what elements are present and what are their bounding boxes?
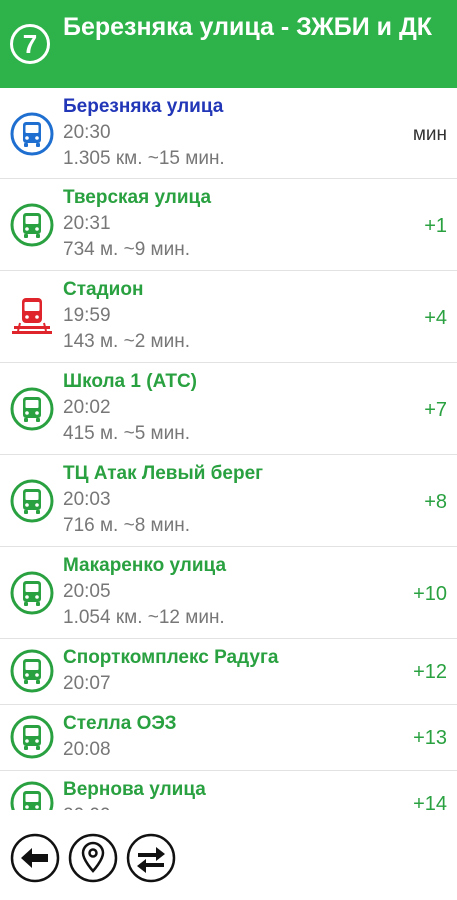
stop-name: Спорткомплекс Радуга: [63, 647, 279, 668]
bus-icon: [10, 571, 54, 615]
stop-time: 20:30: [63, 122, 111, 143]
route-number-badge: 7: [10, 24, 50, 64]
stop-time: 19:59: [63, 305, 111, 326]
stop-row[interactable]: Вернова улица20:09+14: [0, 771, 457, 810]
bus-icon: [10, 387, 54, 431]
stop-arrival-offset: +13: [413, 727, 447, 749]
stops-list[interactable]: Березняка улица 20:30 1.305 км. ~15 мин. ми…: [0, 88, 457, 810]
stop-distance: 415 м. ~5 мин.: [63, 423, 190, 444]
route-number: 7: [22, 28, 38, 59]
stop-row[interactable]: Макаренко улица 20:05 1.054 км. ~12 мин. +1…: [0, 547, 457, 639]
bottom-toolbar: [0, 810, 457, 900]
stop-name: Вернова улица: [63, 779, 206, 800]
stop-name: Макаренко улица: [63, 555, 227, 576]
app-header: 7 Березняка улица - ЗЖБИ и ДК: [0, 0, 457, 88]
stop-arrival-offset: +7: [424, 399, 447, 421]
stop-distance: 734 м. ~9 мин.: [63, 239, 190, 260]
bus-icon: [10, 649, 54, 693]
stop-name: Школа 1 (АТС): [63, 371, 198, 392]
stop-row[interactable]: Спорткомплекс Радуга 20:07 +12: [0, 639, 457, 705]
bus-icon: [10, 203, 54, 247]
bus-icon: [10, 479, 54, 523]
bus-icon: [10, 715, 54, 759]
stop-name: Березняка улица: [63, 96, 224, 117]
stop-name: Тверская улица: [63, 187, 212, 208]
stop-time: 20:03: [63, 489, 111, 510]
stop-arrival-offset: +12: [413, 661, 447, 683]
stop-row[interactable]: Тверская улица 20:31 734 м. ~9 мин. +1: [0, 179, 457, 271]
stop-time: 20:31: [63, 213, 111, 234]
bus-icon: [10, 112, 54, 156]
stop-name: ТЦ Атак Левый берег: [63, 463, 264, 484]
stop-time: 20:08: [63, 739, 111, 760]
stop-arrival-offset: +1: [424, 215, 447, 237]
tram-icon: [10, 293, 54, 337]
stop-row[interactable]: Стадион 19:59 143 м. ~2 мин. +4: [0, 271, 457, 363]
stop-distance: 1.054 км. ~12 мин.: [63, 607, 225, 628]
stop-row[interactable]: Березняка улица 20:30 1.305 км. ~15 мин. ми…: [0, 88, 457, 179]
stop-time: 20:07: [63, 673, 111, 694]
location-button[interactable]: [68, 833, 118, 883]
swap-direction-button[interactable]: [126, 833, 176, 883]
stop-time: 20:02: [63, 397, 111, 418]
stop-arrival-offset: +14: [413, 793, 447, 810]
stop-arrival-offset: +8: [424, 491, 447, 513]
stop-row[interactable]: ТЦ Атак Левый берег 20:03 716 м. ~8 мин. +8: [0, 455, 457, 547]
stop-row[interactable]: Стелла ОЭЗ 20:08 +13: [0, 705, 457, 771]
route-title: Березняка улица - ЗЖБИ и ДК: [63, 13, 433, 41]
stop-arrival-offset: +10: [413, 583, 447, 605]
stop-time: 20:05: [63, 581, 111, 602]
back-button[interactable]: [10, 833, 60, 883]
stop-name: Стадион: [63, 279, 144, 300]
stop-arrival-offset: мин: [412, 124, 447, 145]
stop-name: Стелла ОЭЗ: [63, 713, 177, 734]
stop-distance: 143 м. ~2 мин.: [63, 331, 190, 352]
bus-icon: [10, 781, 54, 810]
stop-row[interactable]: Школа 1 (АТС) 20:02 415 м. ~5 мин. +7: [0, 363, 457, 455]
stop-distance: 1.305 км. ~15 мин.: [63, 148, 225, 169]
stop-arrival-offset: +4: [424, 307, 447, 329]
stop-distance: 716 м. ~8 мин.: [63, 515, 190, 536]
